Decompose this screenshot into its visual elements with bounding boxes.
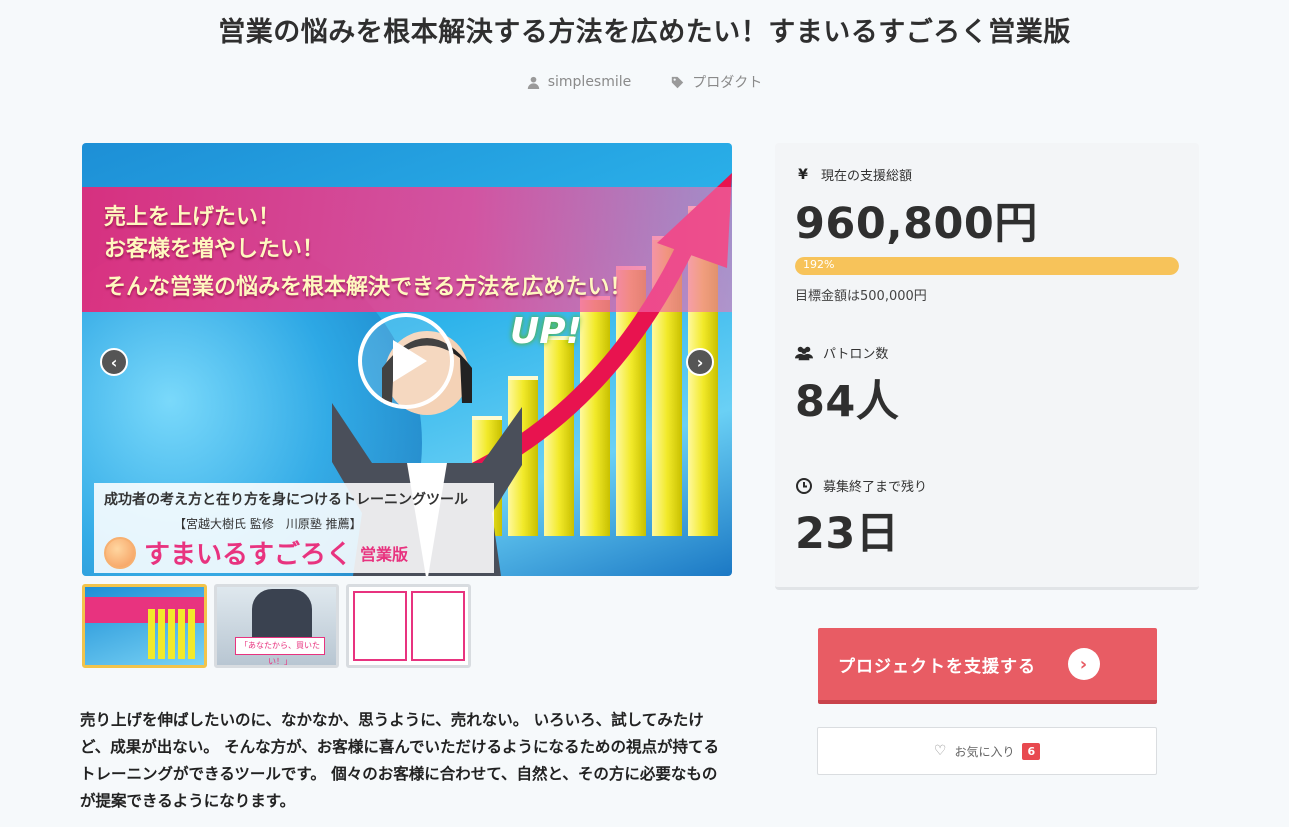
funding-progress-bar: 192% [795, 257, 1179, 275]
favorite-label: お気に入り [954, 744, 1015, 759]
chevron-right-icon: › [696, 352, 704, 372]
author-link[interactable]: simplesmile [527, 72, 632, 92]
support-project-button[interactable]: プロジェクトを支援する › [818, 628, 1157, 704]
patrons-value: 84人 [795, 377, 900, 427]
caption-line-2: 【宮越大樹氏 監修 川原塾 推薦】 [174, 517, 362, 531]
thumbnail-2-caption: 「あなたから、買いたい！」 [235, 637, 325, 665]
carousel-next-button[interactable]: › [686, 348, 714, 376]
project-meta: simplesmile プロダクト [0, 72, 1289, 92]
caption-logo: すまいるすごろく 営業版 [104, 534, 484, 571]
project-description: 売り上げを伸ばしたいのに、なかなか、思うように、売れない。 いろいろ、試してみた… [80, 711, 720, 810]
total-value: 960,800円 [795, 199, 1038, 249]
heart-icon: ♡ [933, 743, 947, 759]
tag-icon [672, 76, 684, 88]
thumbnail-strip: 「あなたから、買いたい！」 [82, 584, 471, 668]
stats-panel: ¥ 現在の支援総額 960,800円 192% 目標金額は500,000円 パト… [775, 143, 1199, 590]
banner-line-2: お客様を増やしたい！ [104, 237, 325, 262]
total-label-text: 現在の支援総額 [821, 169, 913, 184]
category-name: プロダクト [692, 75, 763, 91]
carousel-prev-button[interactable]: ‹ [100, 348, 128, 376]
banner-line-1: 売上を上げたい！ [104, 205, 281, 230]
up-text: UP! [510, 311, 583, 352]
hero-caption: 成功者の考え方と在り方を身につけるトレーニングツール 【宮越大樹氏 監修 川原塾… [94, 483, 494, 573]
user-icon [527, 76, 539, 89]
caption-logo-suffix: 営業版 [360, 544, 409, 564]
remaining-label: 募集終了まで残り [795, 476, 927, 495]
page-title: 営業の悩みを根本解決する方法を広めたい！すまいるすごろく営業版 [218, 17, 1071, 48]
hero-carousel[interactable]: 売上を上げたい！ お客様を増やしたい！ そんな営業の悩みを根本解決できる方法を広… [82, 143, 732, 576]
yen-icon: ¥ [798, 166, 808, 183]
caption-logo-text: すまいるすごろく [144, 540, 353, 570]
author-name: simplesmile [547, 74, 632, 90]
progress-percent: 192% [803, 258, 835, 271]
thumbnail-1[interactable] [82, 584, 207, 668]
remaining-value: 23日 [795, 509, 900, 559]
support-button-label: プロジェクトを支援する [838, 656, 1036, 677]
patrons-label: パトロン数 [795, 343, 888, 362]
total-label: ¥ 現在の支援総額 [795, 165, 913, 185]
favorite-button[interactable]: ♡ お気に入り 6 [817, 727, 1157, 775]
category-link[interactable]: プロダクト [671, 72, 762, 92]
thumbnail-3[interactable] [346, 584, 471, 668]
banner-line-3: そんな営業の悩みを根本解決できる方法を広めたい！ [104, 275, 632, 300]
play-icon [393, 340, 427, 382]
chevron-left-icon: ‹ [110, 352, 118, 372]
progress-fill: 192% [795, 257, 1179, 275]
thumbnail-2[interactable]: 「あなたから、買いたい！」 [214, 584, 339, 668]
remaining-label-text: 募集終了まで残り [823, 480, 928, 495]
smile-logo-icon [104, 536, 136, 569]
goal-amount: 目標金額は500,000円 [795, 289, 927, 304]
patrons-label-text: パトロン数 [823, 347, 889, 362]
users-icon [795, 346, 813, 360]
chevron-circle-right-icon: › [1068, 648, 1100, 680]
caption-line-1: 成功者の考え方と在り方を身につけるトレーニングツール [104, 492, 468, 508]
play-button[interactable] [358, 313, 454, 409]
favorite-count-badge: 6 [1022, 742, 1041, 760]
clock-icon [796, 477, 812, 494]
